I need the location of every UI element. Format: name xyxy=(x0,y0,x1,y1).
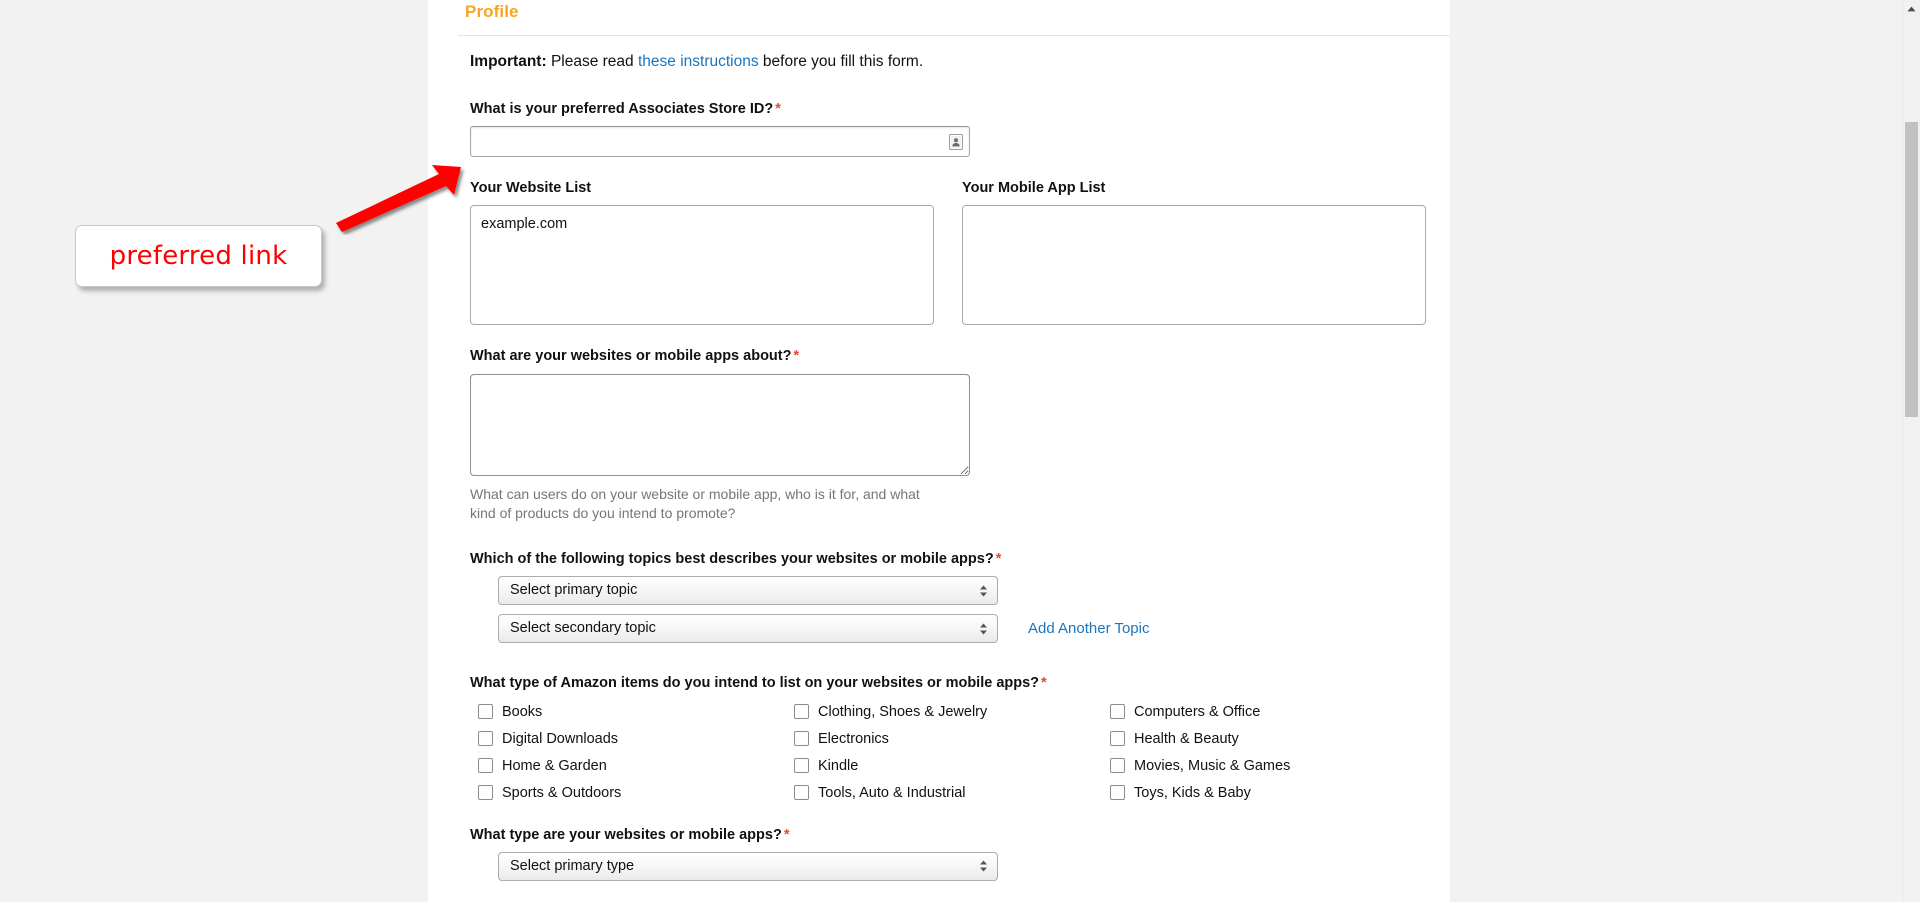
notice-text-after: before you fill this form. xyxy=(758,53,924,70)
item-type-checkbox-option[interactable]: Movies, Music & Games xyxy=(1110,755,1426,777)
store-id-label-text: What is your preferred Associates Store … xyxy=(470,101,774,118)
checkbox-icon[interactable] xyxy=(794,785,809,801)
card-header xyxy=(458,0,1450,36)
about-label: What are your websites or mobile apps ab… xyxy=(470,347,1430,365)
required-asterisk: * xyxy=(1041,675,1047,692)
these-instructions-link[interactable]: these instructions xyxy=(638,53,759,70)
item-type-checkbox-option[interactable]: Sports & Outdoors xyxy=(478,782,794,804)
mobile-app-list-col: Your Mobile App List xyxy=(962,179,1426,326)
checkbox-icon[interactable] xyxy=(1110,731,1125,747)
item-type-checkbox-option[interactable]: Tools, Auto & Industrial xyxy=(794,782,1110,804)
chevron-up-icon xyxy=(1907,6,1916,12)
lists-row: Your Website List example.com Your Mobil… xyxy=(470,179,1430,326)
item-type-checkbox-option[interactable]: Books xyxy=(478,701,794,723)
add-another-topic-link[interactable]: Add Another Topic xyxy=(1028,620,1149,637)
item-type-checkbox-label: Clothing, Shoes & Jewelry xyxy=(818,703,988,720)
website-list-col: Your Website List example.com xyxy=(470,179,934,326)
item-type-checkbox-label: Sports & Outdoors xyxy=(502,784,622,801)
checkbox-icon[interactable] xyxy=(794,731,809,747)
site-type-field-block: What type are your websites or mobile ap… xyxy=(470,826,1430,881)
site-type-label-text: What type are your websites or mobile ap… xyxy=(470,826,782,843)
topics-label: Which of the following topics best descr… xyxy=(470,550,1430,568)
item-type-checkbox-label: Books xyxy=(502,703,543,720)
about-textarea[interactable] xyxy=(470,373,970,476)
primary-type-value: Select primary type xyxy=(498,851,998,881)
item-type-checkbox-option[interactable]: Home & Garden xyxy=(478,755,794,777)
page-root: Profile Important: Please read these ins… xyxy=(0,0,1920,902)
checkbox-icon[interactable] xyxy=(1110,785,1125,801)
store-id-input[interactable] xyxy=(470,126,970,158)
item-type-checkbox-option[interactable]: Health & Beauty xyxy=(1110,728,1426,750)
checkbox-icon[interactable] xyxy=(478,731,493,747)
checkbox-icon[interactable] xyxy=(794,758,809,774)
store-id-label: What is your preferred Associates Store … xyxy=(470,100,1430,118)
secondary-topic-row: Select secondary topic Add Another Topic xyxy=(498,614,1430,652)
item-type-checkbox-label: Health & Beauty xyxy=(1134,730,1239,747)
topics-selects: Select primary topic Select secondary to… xyxy=(498,576,1430,652)
item-type-checkbox-label: Home & Garden xyxy=(502,757,607,774)
item-type-checkbox-label: Kindle xyxy=(818,757,859,774)
topics-field-block: Which of the following topics best descr… xyxy=(470,550,1430,652)
about-label-text: What are your websites or mobile apps ab… xyxy=(470,348,792,365)
important-notice: Important: Please read these instruction… xyxy=(470,52,1430,72)
about-field-block: What are your websites or mobile apps ab… xyxy=(470,347,1430,524)
checkbox-icon[interactable] xyxy=(478,785,493,801)
item-type-checkbox-option[interactable]: Kindle xyxy=(794,755,1110,777)
profile-form: Important: Please read these instruction… xyxy=(470,52,1430,902)
item-type-checkbox-option[interactable]: Clothing, Shoes & Jewelry xyxy=(794,701,1110,723)
mobile-app-list-box[interactable] xyxy=(962,205,1426,326)
item-type-checkbox-option[interactable]: Digital Downloads xyxy=(478,728,794,750)
important-label: Important: xyxy=(470,53,547,70)
item-type-checkbox-label: Movies, Music & Games xyxy=(1134,757,1291,774)
store-id-field-block: What is your preferred Associates Store … xyxy=(470,100,1430,158)
scrollbar-thumb[interactable] xyxy=(1905,122,1918,417)
card-left-gutter xyxy=(428,0,458,902)
item-type-checkbox-option[interactable]: Computers & Office xyxy=(1110,701,1426,723)
preferred-link-callout: preferred link xyxy=(75,225,322,287)
callout-label: preferred link xyxy=(109,241,288,271)
site-type-label: What type are your websites or mobile ap… xyxy=(470,826,1430,844)
item-types-grid: Books Clothing, Shoes & Jewelry Computers … xyxy=(478,701,1430,804)
required-asterisk: * xyxy=(783,826,790,843)
website-list-label: Your Website List xyxy=(470,180,592,197)
mobile-app-list-label: Your Mobile App List xyxy=(962,180,1106,197)
item-types-label-text: What type of Amazon items do you intend … xyxy=(470,675,1040,692)
required-asterisk: * xyxy=(995,551,1002,568)
primary-type-select[interactable]: Select primary type xyxy=(498,851,998,881)
primary-topic-select[interactable]: Select primary topic xyxy=(498,576,998,606)
item-types-label: What type of Amazon items do you intend … xyxy=(470,674,1430,692)
checkbox-icon[interactable] xyxy=(1110,758,1125,774)
store-id-input-wrap xyxy=(470,126,970,158)
page-title: Profile xyxy=(465,2,519,21)
item-type-checkbox-label: Computers & Office xyxy=(1134,703,1261,720)
secondary-topic-value: Select secondary topic xyxy=(498,614,998,644)
item-type-checkbox-label: Digital Downloads xyxy=(502,730,619,747)
notice-text-before: Please read xyxy=(546,53,638,70)
primary-topic-value: Select primary topic xyxy=(498,576,998,606)
about-helper-text: What can users do on your website or mob… xyxy=(470,485,920,522)
required-asterisk: * xyxy=(775,101,781,118)
website-list-box[interactable]: example.com xyxy=(470,205,934,326)
checkbox-icon[interactable] xyxy=(794,704,809,720)
checkbox-icon[interactable] xyxy=(1110,704,1125,720)
secondary-topic-select[interactable]: Select secondary topic xyxy=(498,614,998,644)
item-type-checkbox-option[interactable]: Toys, Kids & Baby xyxy=(1110,782,1426,804)
item-type-checkbox-option[interactable]: Electronics xyxy=(794,728,1110,750)
checkbox-icon[interactable] xyxy=(478,758,493,774)
item-type-checkbox-label: Toys, Kids & Baby xyxy=(1134,784,1251,801)
item-type-checkbox-label: Tools, Auto & Industrial xyxy=(818,784,966,801)
required-asterisk: * xyxy=(793,348,800,365)
item-types-field-block: What type of Amazon items do you intend … xyxy=(470,674,1430,803)
topics-label-text: Which of the following topics best descr… xyxy=(470,551,994,568)
site-type-selects: Select primary type xyxy=(498,851,1430,881)
pointer-arrow-icon xyxy=(336,165,461,232)
scrollbar-up-arrow[interactable] xyxy=(1903,0,1920,18)
checkbox-icon[interactable] xyxy=(478,704,493,720)
item-type-checkbox-label: Electronics xyxy=(818,730,889,747)
page-scrollbar[interactable] xyxy=(1902,0,1920,902)
